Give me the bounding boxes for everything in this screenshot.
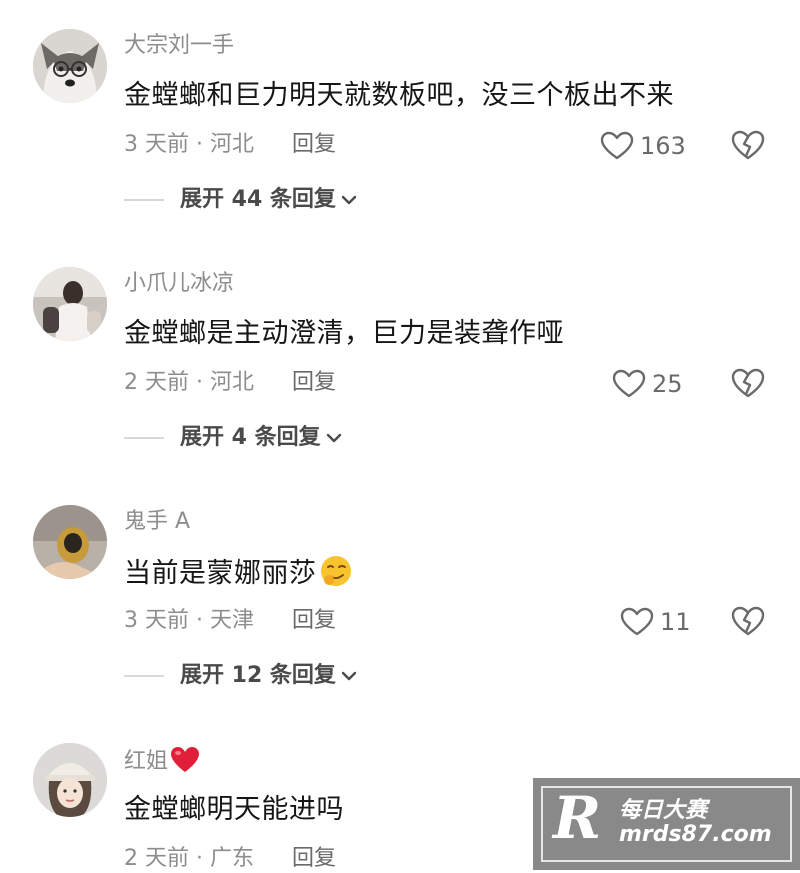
broken-heart-icon	[731, 130, 765, 160]
username-text: 红姐	[124, 749, 169, 774]
red-heart-icon	[171, 747, 200, 772]
username[interactable]: 大宗刘一手	[124, 32, 234, 60]
heart-outline-icon	[612, 369, 646, 398]
comment-meta: 3 天前 · 河北 回复	[124, 131, 336, 159]
divider-line	[124, 437, 164, 439]
divider-line	[124, 199, 164, 201]
heart-outline-icon	[600, 131, 634, 160]
like-button[interactable]: 11	[620, 607, 691, 637]
dislike-button[interactable]	[730, 129, 766, 161]
comment-text: 当前是蒙娜丽莎	[124, 554, 353, 592]
dislike-button[interactable]	[730, 367, 766, 399]
expand-replies-button[interactable]: 展开 4 条回复	[124, 424, 343, 452]
avatar[interactable]	[33, 743, 107, 817]
watermark-title: 每日大赛	[619, 798, 708, 823]
like-button[interactable]: 163	[600, 131, 686, 161]
broken-heart-icon	[731, 606, 765, 636]
girl-hat-avatar-icon	[33, 743, 107, 817]
comment-meta: 2 天前 · 河北 回复	[124, 369, 336, 397]
expand-replies-button[interactable]: 展开 12 条回复	[124, 662, 358, 690]
photo-avatar-icon	[33, 267, 107, 341]
time-location: 3 天前 · 河北	[124, 132, 254, 157]
comment-text: 金螳螂和巨力明天就数板吧，没三个板出不来	[124, 80, 674, 111]
expand-replies-label: 展开 44 条回复	[180, 187, 336, 212]
like-button[interactable]: 25	[612, 369, 683, 399]
avatar[interactable]	[33, 505, 107, 579]
chevron-down-icon	[341, 195, 357, 205]
reply-button[interactable]: 回复	[292, 132, 336, 157]
username[interactable]: 鬼手 A	[124, 508, 190, 536]
time-location: 2 天前 · 广东	[124, 846, 254, 871]
expand-replies-button[interactable]: 展开 44 条回复	[124, 186, 358, 214]
avatar[interactable]	[33, 267, 107, 341]
comment-meta: 2 天前 · 广东 回复	[124, 845, 336, 873]
like-count: 25	[652, 370, 683, 398]
chevron-down-icon	[341, 671, 357, 681]
comment-text: 金螳螂明天能进吗	[124, 794, 344, 825]
smirk-emoji-icon	[320, 556, 351, 586]
comment-meta: 3 天前 · 天津 回复	[124, 607, 336, 635]
dislike-button[interactable]	[730, 605, 766, 637]
username[interactable]: 红姐	[124, 746, 200, 776]
expand-replies-label: 展开 4 条回复	[180, 425, 321, 450]
like-count: 11	[660, 608, 691, 636]
divider-line	[124, 675, 164, 677]
gold-object-avatar-icon	[33, 505, 107, 579]
avatar[interactable]	[33, 29, 107, 103]
time-location: 2 天前 · 河北	[124, 370, 254, 395]
broken-heart-icon	[731, 368, 765, 398]
time-location: 3 天前 · 天津	[124, 608, 254, 633]
reply-button[interactable]: 回复	[292, 608, 336, 633]
reply-button[interactable]: 回复	[292, 846, 336, 871]
heart-outline-icon	[620, 607, 654, 636]
username[interactable]: 小爪儿冰凉	[124, 270, 234, 298]
watermark-url: mrds87.com	[619, 822, 772, 847]
watermark-logo: R	[553, 784, 602, 852]
reply-button[interactable]: 回复	[292, 370, 336, 395]
comment-text: 金螳螂是主动澄清，巨力是装聋作哑	[124, 318, 564, 349]
husky-dog-avatar-icon	[33, 29, 107, 103]
chevron-down-icon	[326, 433, 341, 443]
expand-replies-label: 展开 12 条回复	[180, 663, 336, 688]
like-count: 163	[640, 132, 686, 160]
watermark: R 每日大赛 mrds87.com	[533, 778, 800, 870]
comment-text-content: 当前是蒙娜丽莎	[124, 558, 317, 589]
